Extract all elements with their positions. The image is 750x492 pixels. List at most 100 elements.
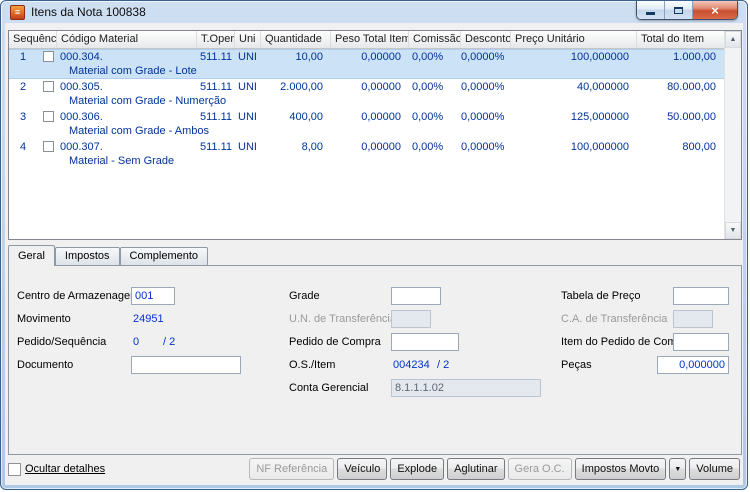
- items-grid: Sequência Código Material T.Oper. Uni Qu…: [8, 30, 742, 240]
- table-row[interactable]: 2 000.305. 511.11 UNI 2.000,00 0,00000 0…: [9, 79, 724, 109]
- tab-impostos[interactable]: Impostos: [54, 247, 120, 265]
- table-row[interactable]: 1 000.304. 511.11 UNI 10,00 0,00000 0,00…: [9, 49, 724, 79]
- os-item-value: 004234: [393, 359, 430, 371]
- os-item-label: O.S./Item: [289, 359, 336, 371]
- column-header-codigo-material[interactable]: Código Material: [57, 31, 197, 48]
- item-pedido-compra-input[interactable]: [673, 333, 729, 351]
- minimize-button[interactable]: [637, 1, 665, 19]
- impostos-movto-button[interactable]: Impostos Movto: [574, 458, 667, 480]
- row-checkbox[interactable]: [43, 111, 54, 122]
- column-header-comissao[interactable]: Comissão: [409, 31, 461, 48]
- os-item-suffix: / 2: [437, 359, 450, 371]
- tab-geral[interactable]: Geral: [8, 245, 55, 266]
- scroll-up-button[interactable]: ▲: [725, 31, 741, 48]
- table-row[interactable]: 4 000.307. 511.11 UNI 8,00 0,00000 0,00%…: [9, 139, 724, 169]
- tabela-preco-input[interactable]: [673, 287, 729, 305]
- uni-value: UNI: [238, 141, 257, 153]
- centro-armazenagem-input[interactable]: [131, 287, 175, 305]
- material-code: 000.305.: [60, 81, 103, 93]
- commission-value: 0,00%: [412, 81, 444, 93]
- close-button[interactable]: ×: [693, 1, 737, 19]
- scroll-down-button[interactable]: ▼: [725, 222, 741, 239]
- ca-transferencia-label: C.A. de Transferência: [561, 313, 668, 325]
- unit-price-value: 125,000000: [570, 111, 629, 123]
- row-checkbox[interactable]: [43, 51, 54, 62]
- item-total-value: 80.000,00: [667, 81, 716, 93]
- tab-complemento[interactable]: Complemento: [119, 247, 209, 265]
- material-code: 000.307.: [60, 141, 103, 153]
- material-description: Material com Grade - Lote: [69, 65, 197, 77]
- table-row[interactable]: 3 000.306. 511.11 UNI 400,00 0,00000 0,0…: [9, 109, 724, 139]
- quantity-value: 10,00: [295, 51, 323, 63]
- column-header-total-item[interactable]: Total do Item: [637, 31, 724, 48]
- minimize-icon: [646, 12, 655, 15]
- column-header-sequencia[interactable]: Sequência: [9, 31, 57, 48]
- sequence-cell: 3: [9, 109, 57, 124]
- uni-value: UNI: [238, 51, 257, 63]
- dialog-window: ≡ Itens da Nota 100838 × Sequência Códig…: [0, 0, 748, 490]
- unit-price-value: 100,000000: [570, 51, 629, 63]
- column-header-uni[interactable]: Uni: [235, 31, 261, 48]
- window-icon: ≡: [10, 5, 25, 20]
- uni-value: UNI: [238, 111, 257, 123]
- sequence-cell: 2: [9, 79, 57, 94]
- bottom-bar: Ocultar detalhes NF Referência Veículo E…: [8, 457, 740, 481]
- un-transferencia-label: U.N. de Transferência: [289, 313, 396, 325]
- unit-price-value: 100,000000: [570, 141, 629, 153]
- movimento-label: Movimento: [17, 313, 71, 325]
- close-icon: ×: [711, 2, 719, 18]
- volume-button[interactable]: Volume: [689, 458, 740, 480]
- conta-gerencial-label: Conta Gerencial: [289, 382, 369, 394]
- row-checkbox[interactable]: [43, 81, 54, 92]
- hide-details-label: Ocultar detalhes: [25, 463, 106, 475]
- weight-value: 0,00000: [361, 81, 401, 93]
- column-header-toper[interactable]: T.Oper.: [197, 31, 235, 48]
- sequence-cell: 1: [9, 49, 57, 64]
- tabela-preco-label: Tabela de Preço: [561, 290, 641, 302]
- explode-button[interactable]: Explode: [390, 458, 445, 480]
- pedido-sequencia-label: Pedido/Sequência: [17, 336, 107, 348]
- tab-strip: Geral Impostos Complemento: [8, 245, 209, 266]
- window-title: Itens da Nota 100838: [31, 5, 146, 19]
- toper-value: 511.11: [200, 81, 233, 93]
- column-header-peso-total[interactable]: Peso Total Item: [331, 31, 409, 48]
- item-total-value: 1.000,00: [673, 51, 716, 63]
- button-group: NF Referência Veículo Explode Aglutinar …: [249, 458, 740, 480]
- column-header-preco-unitario[interactable]: Preço Unitário: [511, 31, 637, 48]
- item-total-value: 50.000,00: [667, 111, 716, 123]
- commission-value: 0,00%: [412, 141, 444, 153]
- gera-oc-button: Gera O.C.: [507, 458, 572, 480]
- row-sequence: 2: [19, 80, 27, 93]
- commission-value: 0,00%: [412, 111, 444, 123]
- vertical-scrollbar[interactable]: ▲ ▼: [724, 31, 741, 239]
- documento-input[interactable]: [131, 356, 241, 374]
- discount-value: 0,0000%: [461, 111, 505, 123]
- sequence-cell: 4: [9, 139, 57, 154]
- window-controls: ×: [636, 1, 738, 20]
- hide-details-control[interactable]: Ocultar detalhes: [8, 462, 106, 476]
- material-description: Material - Sem Grade: [69, 155, 175, 167]
- column-header-quantidade[interactable]: Quantidade: [261, 31, 331, 48]
- pedido-sequencia-suffix: / 2: [163, 336, 176, 348]
- impostos-movto-dropdown-button[interactable]: ▼: [669, 458, 687, 480]
- client-area: Sequência Código Material T.Oper. Uni Qu…: [5, 23, 743, 485]
- titlebar[interactable]: ≡ Itens da Nota 100838 ×: [1, 1, 747, 23]
- column-header-desconto[interactable]: Desconto: [461, 31, 511, 48]
- toper-value: 511.11: [200, 111, 233, 123]
- material-description: Material com Grade - Ambos: [69, 125, 209, 137]
- maximize-button[interactable]: [665, 1, 693, 19]
- pedido-compra-input[interactable]: [391, 333, 459, 351]
- movimento-value: 24951: [133, 313, 164, 325]
- nf-referencia-button: NF Referência: [249, 458, 335, 480]
- row-checkbox[interactable]: [43, 141, 54, 152]
- conta-gerencial-input: [391, 379, 541, 397]
- hide-details-checkbox[interactable]: [8, 462, 21, 476]
- grade-input[interactable]: [391, 287, 441, 305]
- discount-value: 0,0000%: [461, 141, 505, 153]
- commission-value: 0,00%: [412, 51, 444, 63]
- tab-panel-geral: Centro de Armazenagem Movimento 24951 Pe…: [8, 265, 742, 455]
- pecas-label: Peças: [561, 359, 592, 371]
- aglutinar-button[interactable]: Aglutinar: [447, 458, 505, 480]
- pecas-input[interactable]: [657, 356, 729, 374]
- veiculo-button[interactable]: Veículo: [337, 458, 388, 480]
